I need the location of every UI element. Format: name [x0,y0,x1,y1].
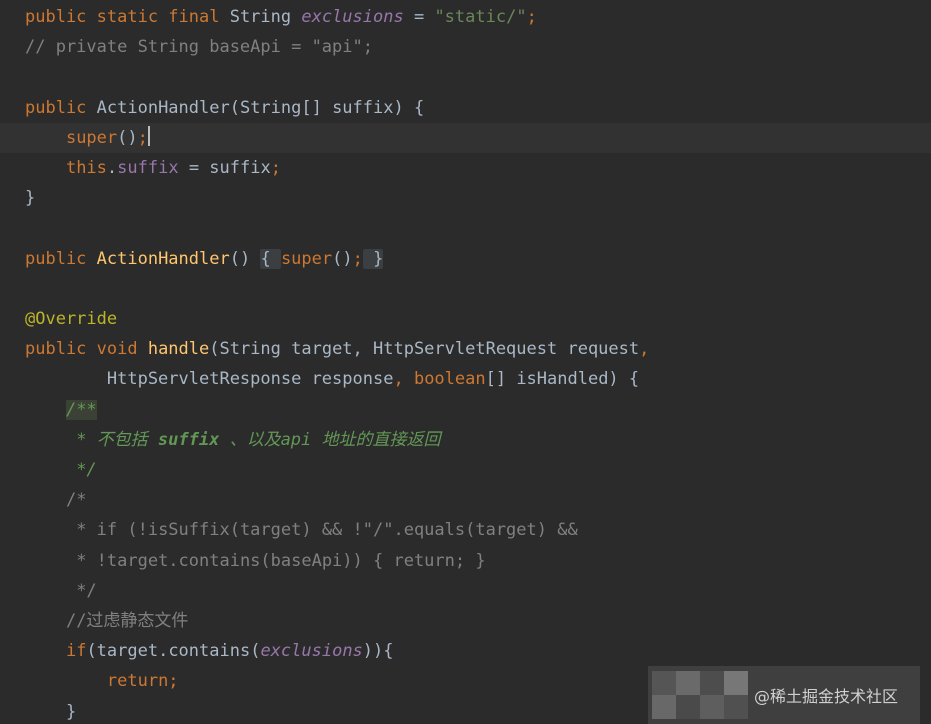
code-line[interactable] [0,213,931,243]
code-token: * 不包括 [76,429,158,450]
code-line[interactable]: super(); [0,122,931,153]
code-line[interactable]: HttpServletResponse response, boolean[] … [0,364,931,394]
folded-region[interactable]: { [260,248,281,269]
code-token: . [106,158,118,178]
code-token: super [280,248,333,269]
code-line[interactable]: * !target.contains(baseApi)) { return; } [0,546,931,576]
code-line[interactable]: if(target.contains(exclusions)){ [0,636,931,666]
code-token: /* [65,490,87,511]
code-token: exclusions [301,7,404,27]
code-token: (String[] suffix) { [229,97,425,118]
code-token: boolean [413,369,486,390]
folded-region[interactable]: } [362,248,384,269]
code-token: * !target.contains(baseApi)) { return; } [76,550,486,571]
code-token: */ [76,580,97,601]
code-line[interactable] [0,62,931,92]
code-token: return; [106,671,179,692]
code-token: ; [526,7,537,27]
code-token: public [25,97,97,118]
code-token: // private String baseApi = "api"; [25,37,373,58]
code-line[interactable]: /* [0,485,931,515]
code-token: ActionHandler [96,97,230,118]
code-line[interactable]: public ActionHandler() { super(); } [0,244,931,274]
text-caret [147,126,150,147]
code-line[interactable]: // private String baseApi = "api"; [0,32,931,62]
code-token: */ [76,460,97,480]
code-token: , [639,339,650,360]
code-token: , [393,369,414,390]
code-token: @Override [25,309,118,329]
code-token: handle [147,339,210,360]
code-token: public void [25,339,148,360]
code-line[interactable]: * if (!isSuffix(target) && !"/".equals(t… [0,515,931,545]
code-token: [] isHandled) { [485,369,640,390]
code-token: ; [137,127,148,148]
code-token: (target.contains( [86,641,261,662]
code-line[interactable]: @Override [0,304,931,334]
juejin-watermark: @稀土掘金技术社区 [648,666,920,724]
code-token: HttpServletResponse response [25,369,394,390]
code-token: String [229,7,302,27]
code-token: 、以及api 地址的直接返回 [219,429,441,450]
code-token: ; [270,158,281,178]
code-line[interactable]: */ [0,576,931,606]
mosaic-logo-icon [652,671,748,719]
code-line[interactable]: //过虑静态文件 [0,606,931,636]
code-token: //过虑静态文件 [65,611,189,631]
code-token: )){ [362,641,394,662]
code-line[interactable]: public void handle(String target, HttpSe… [0,334,931,364]
code-token: super [65,127,118,148]
code-token: public static final [25,7,230,27]
code-line[interactable]: */ [0,455,931,485]
code-line[interactable]: public ActionHandler(String[] suffix) { [0,93,931,123]
code-line[interactable] [0,274,931,304]
code-token: public [25,248,97,269]
code-token: if [65,641,87,662]
code-token: () [117,127,138,148]
code-token: ; [352,248,363,269]
code-token: * if (!isSuffix(target) && !"/".equals(t… [76,520,578,541]
code-line[interactable]: this.suffix = suffix; [0,153,931,183]
watermark-text: @稀土掘金技术社区 [754,687,899,706]
code-token: this [65,158,107,178]
code-line[interactable]: * 不包括 suffix 、以及api 地址的直接返回 [0,425,931,455]
code-token: /** [65,399,97,420]
code-token: = suffix [178,158,271,178]
code-line[interactable]: /** [0,395,931,425]
code-token: = [403,7,435,27]
code-token: suffix [117,158,179,178]
code-token: } [25,188,36,209]
code-token: } [25,701,77,722]
code-line[interactable]: } [0,183,931,213]
code-token: "static/" [434,7,527,27]
code-token: (String target, HttpServletRequest reque… [209,339,640,360]
code-token: exclusions [260,641,363,662]
code-token: ActionHandler [96,248,230,269]
code-token: () [229,248,251,269]
code-line[interactable]: public static final String exclusions = … [0,2,931,32]
code-token: suffix [157,429,220,450]
code-editor[interactable]: public static final String exclusions = … [0,0,931,724]
code-token: () [332,248,353,269]
